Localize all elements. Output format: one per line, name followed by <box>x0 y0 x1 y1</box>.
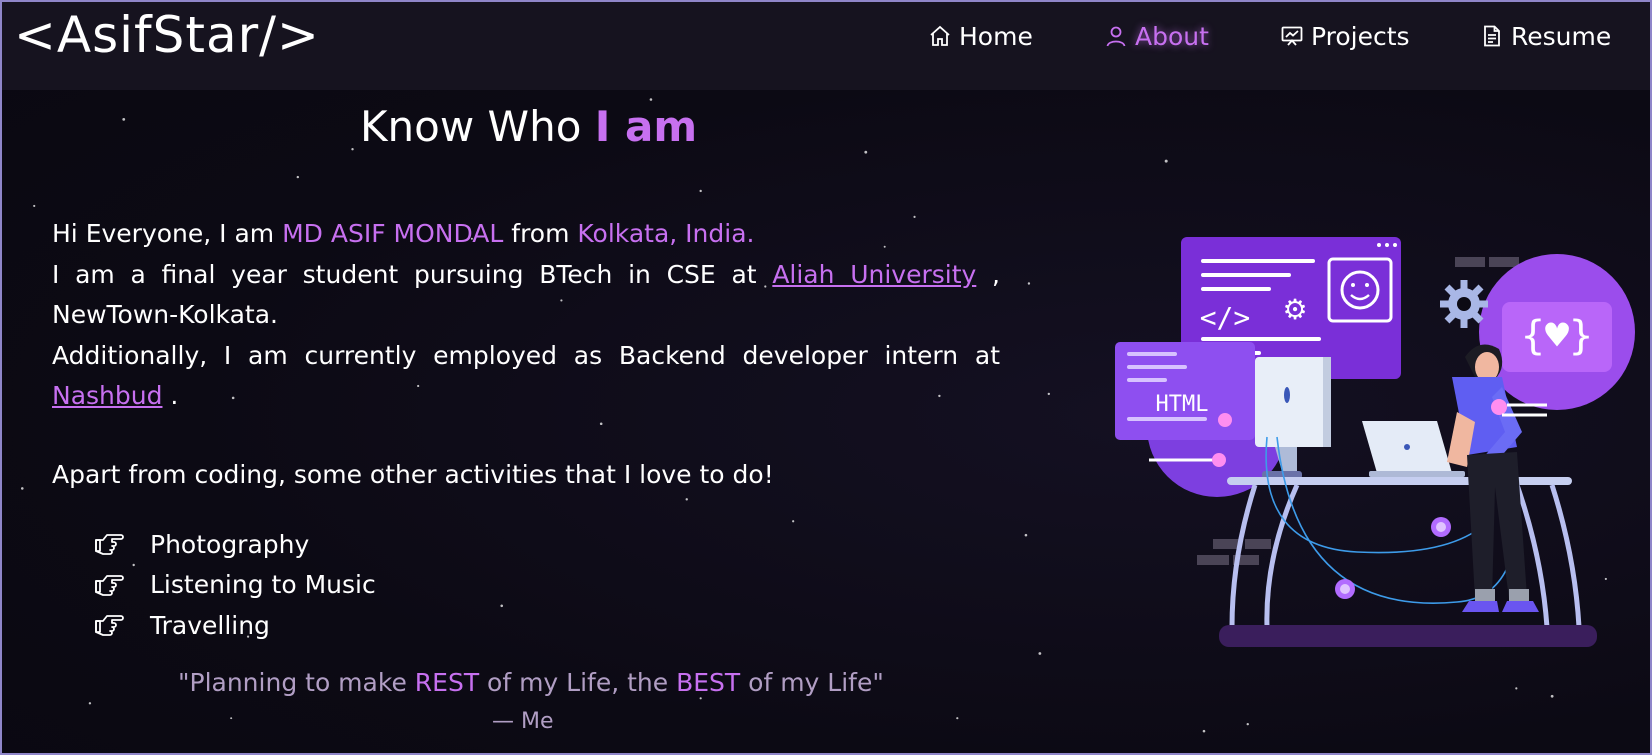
user-icon <box>1106 26 1126 47</box>
html-label: HTML <box>1156 392 1209 417</box>
list-item: Travelling <box>94 605 376 646</box>
list-item: Listening to Music <box>94 565 376 606</box>
bio-paragraph: Hi Everyone, I am MD ASIF MONDAL from Ko… <box>52 214 1000 417</box>
bio-employment: Additionally, I am currently employed as… <box>52 340 1000 370</box>
nav-resume-label: Resume <box>1511 21 1612 51</box>
nav-projects-label: Projects <box>1311 21 1410 51</box>
html-window <box>1115 342 1255 440</box>
quote-close: of my Life" <box>740 668 884 697</box>
gear-icon <box>1440 280 1488 328</box>
svg-text:⚙: ⚙ <box>1282 293 1307 326</box>
page-title: Know Who I am <box>360 102 697 151</box>
svg-text:</>: </> <box>1200 301 1251 334</box>
quote-mid: of my Life, the <box>479 668 677 697</box>
document-icon <box>1484 25 1500 47</box>
university-link[interactable]: Aliah University <box>772 260 976 289</box>
nav-about[interactable]: About <box>1104 18 1209 54</box>
bio-name: MD ASIF MONDAL <box>282 219 504 248</box>
company-link[interactable]: Nashbud <box>52 381 162 410</box>
activities-intro: Apart from coding, some other activities… <box>52 460 774 489</box>
bio-intro: Hi Everyone, I am <box>52 219 283 248</box>
bio-employment-suffix: . <box>162 381 179 410</box>
quote-open: "Planning to make <box>178 668 415 697</box>
site-logo[interactable]: <AsifStar/> <box>14 6 320 64</box>
page-title-accent: I am <box>594 102 698 151</box>
page: <AsifStar/> Home About Projects Resume K… <box>0 0 1652 755</box>
navbar: <AsifStar/> Home About Projects Resume <box>2 2 1650 90</box>
presentation-icon <box>1281 26 1303 46</box>
home-icon <box>930 25 950 46</box>
heart-code-icon: {♥} <box>1521 313 1593 359</box>
quote: "Planning to make REST of my Life, the B… <box>178 668 884 697</box>
desk <box>1227 477 1572 485</box>
quote-attribution: — Me <box>492 709 554 734</box>
activities-list: Photography Listening to Music Travellin… <box>94 524 376 646</box>
activity-label: Listening to Music <box>150 570 376 600</box>
monitor <box>1255 357 1331 447</box>
pointing-hand-icon <box>95 574 124 596</box>
activity-label: Travelling <box>150 610 270 640</box>
nav-resume[interactable]: Resume <box>1480 18 1611 54</box>
nav-projects[interactable]: Projects <box>1280 18 1410 54</box>
list-item: Photography <box>94 524 376 565</box>
pointing-hand-icon <box>95 534 124 556</box>
bio-location: Kolkata, India. <box>577 219 755 248</box>
developer-illustration: {♥} </> ⚙ HTML <box>1115 237 1635 647</box>
quote-word-rest: REST <box>414 668 480 697</box>
nav-about-label: About <box>1135 21 1209 51</box>
nav-home[interactable]: Home <box>928 18 1033 54</box>
page-title-prefix: Know Who <box>360 102 595 151</box>
quote-word-best: BEST <box>676 668 741 697</box>
activity-label: Photography <box>150 529 310 559</box>
pointing-hand-icon <box>95 615 124 637</box>
bio-education: I am a final year student pursuing BTech… <box>52 259 773 289</box>
bio-from: from <box>503 219 578 248</box>
nav-home-label: Home <box>959 21 1033 51</box>
